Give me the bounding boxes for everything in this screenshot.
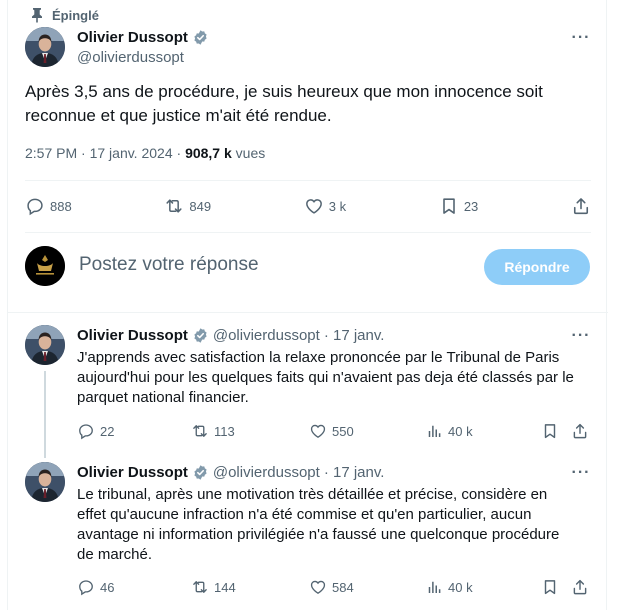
verified-icon[interactable]	[192, 29, 209, 46]
author-handle[interactable]: @olivierdussopt	[77, 49, 184, 66]
tweet-time[interactable]: 2:57 PM · 17 janv. 2024 ·	[25, 145, 185, 161]
like-count: 3 k	[328, 198, 347, 214]
pinned-indicator: Épinglé	[32, 6, 99, 24]
avatar[interactable]	[25, 325, 65, 365]
like-count: 584	[332, 579, 354, 595]
author-name-row: Olivier Dussopt	[77, 29, 209, 46]
bookmark-button[interactable]	[541, 578, 559, 596]
author-handle-row: @olivierdussopt	[77, 49, 184, 66]
divider	[25, 232, 591, 233]
views-label: vues	[231, 145, 266, 161]
author-name[interactable]: Olivier Dussopt	[77, 327, 188, 344]
reply-submit-button[interactable]: Répondre	[484, 249, 590, 285]
reply-icon	[25, 196, 45, 216]
reply-text-line: aujourd'hui pour les quelques faits qui …	[77, 369, 574, 386]
reply-text-line: de marché.	[77, 546, 153, 563]
pin-icon	[32, 8, 42, 23]
reply-actions: 46 144 584 40 k	[77, 578, 593, 598]
tweet-text: Après 3,5 ans de procédure, je suis heur…	[25, 80, 585, 128]
views-count: 908,7 k	[185, 145, 232, 161]
like-icon	[304, 196, 324, 216]
views-icon	[425, 422, 443, 440]
like-icon	[309, 422, 327, 440]
reply-text: Le tribunal, après une motivation très d…	[77, 485, 587, 565]
more-icon[interactable]: ···	[570, 464, 592, 482]
like-icon	[309, 578, 327, 596]
verified-icon[interactable]	[192, 464, 209, 481]
like-count: 550	[332, 423, 354, 439]
like-button[interactable]: 3 k	[304, 196, 346, 216]
divider	[25, 180, 591, 181]
reply-header: Olivier Dussopt @olivierdussopt · 17 jan…	[77, 464, 384, 481]
reply-icon	[77, 422, 95, 440]
author-name[interactable]: Olivier Dussopt	[77, 29, 188, 46]
thread-line	[44, 371, 46, 458]
avatar[interactable]	[25, 27, 65, 67]
share-button[interactable]	[571, 196, 591, 216]
reply-count: 888	[50, 198, 72, 214]
reply-text-line: J'apprends avec satisfaction la relaxe p…	[77, 349, 560, 366]
user-avatar[interactable]	[25, 246, 65, 286]
bookmark-count: 23	[463, 198, 479, 214]
author-name[interactable]: Olivier Dussopt	[77, 464, 188, 481]
reply-composer: Postez votre réponse Répondre	[8, 240, 608, 310]
share-icon	[571, 578, 589, 596]
bookmark-button[interactable]	[541, 422, 559, 440]
reply-button[interactable]: 46	[77, 578, 114, 596]
views-count: 40 k	[448, 579, 473, 595]
reply-date[interactable]: · 17 janv.	[324, 464, 385, 481]
bookmark-icon	[439, 196, 459, 216]
bookmark-button[interactable]: 23	[439, 196, 478, 216]
share-icon	[571, 422, 589, 440]
reply-text: J'apprends avec satisfaction la relaxe p…	[77, 348, 587, 408]
reply-button[interactable]: 888	[25, 196, 72, 216]
verified-icon[interactable]	[192, 327, 209, 344]
reply-icon	[77, 578, 95, 596]
reply-actions: 22 113 550 40 k	[77, 422, 593, 442]
views-button[interactable]: 40 k	[425, 578, 473, 596]
reply-count: 22	[100, 423, 115, 439]
more-icon[interactable]: ···	[570, 29, 592, 47]
repost-count: 144	[214, 579, 236, 595]
reply-text-line: parquet national financier.	[77, 389, 249, 406]
reply-text-line: Le tribunal, après une motivation très d…	[77, 486, 548, 503]
repost-button[interactable]: 113	[191, 422, 235, 440]
repost-icon	[191, 578, 209, 596]
bookmark-icon	[541, 422, 559, 440]
repost-button[interactable]: 849	[164, 196, 211, 216]
reply-button[interactable]: 22	[77, 422, 114, 440]
tweet-text-line: reconnue et que justice m'ait été rendue…	[25, 106, 332, 125]
more-icon[interactable]: ···	[570, 327, 592, 345]
timeline-column: Épinglé Olivier Dussopt @olivierdussopt …	[7, 0, 608, 610]
views-button[interactable]: 40 k	[425, 422, 473, 440]
tweet-text-line: Après 3,5 ans de procédure, je suis heur…	[25, 82, 543, 101]
avatar-logo-icon	[25, 246, 65, 286]
share-button[interactable]	[571, 422, 589, 440]
share-icon	[571, 196, 591, 216]
tweet-actions: 888 849 3 k 23	[25, 193, 591, 219]
like-button[interactable]: 550	[309, 422, 354, 440]
like-button[interactable]: 584	[309, 578, 354, 596]
reply-header: Olivier Dussopt @olivierdussopt · 17 jan…	[77, 327, 384, 344]
reply-text-line: effet qu'aucune infraction n'a été commi…	[77, 506, 532, 523]
reply-input[interactable]: Postez votre réponse	[79, 254, 259, 276]
repost-count: 849	[189, 198, 212, 214]
author-handle[interactable]: @olivierdussopt	[213, 464, 320, 481]
tweet-meta: 2:57 PM · 17 janv. 2024 · 908,7 k vues	[25, 145, 265, 161]
views-count: 40 k	[448, 423, 473, 439]
views-icon	[425, 578, 443, 596]
reply-text-line: avantage ni information privilégiée n'a …	[77, 526, 560, 543]
bookmark-icon	[541, 578, 559, 596]
reply-count: 46	[100, 579, 115, 595]
repost-icon	[191, 422, 209, 440]
divider	[8, 312, 608, 313]
repost-button[interactable]: 144	[191, 578, 236, 596]
reply-date[interactable]: · 17 janv.	[324, 327, 385, 344]
pinned-label: Épinglé	[52, 7, 99, 23]
author-handle[interactable]: @olivierdussopt	[213, 327, 320, 344]
repost-count: 113	[214, 423, 235, 439]
avatar[interactable]	[25, 462, 65, 502]
share-button[interactable]	[571, 578, 589, 596]
repost-icon	[164, 196, 184, 216]
